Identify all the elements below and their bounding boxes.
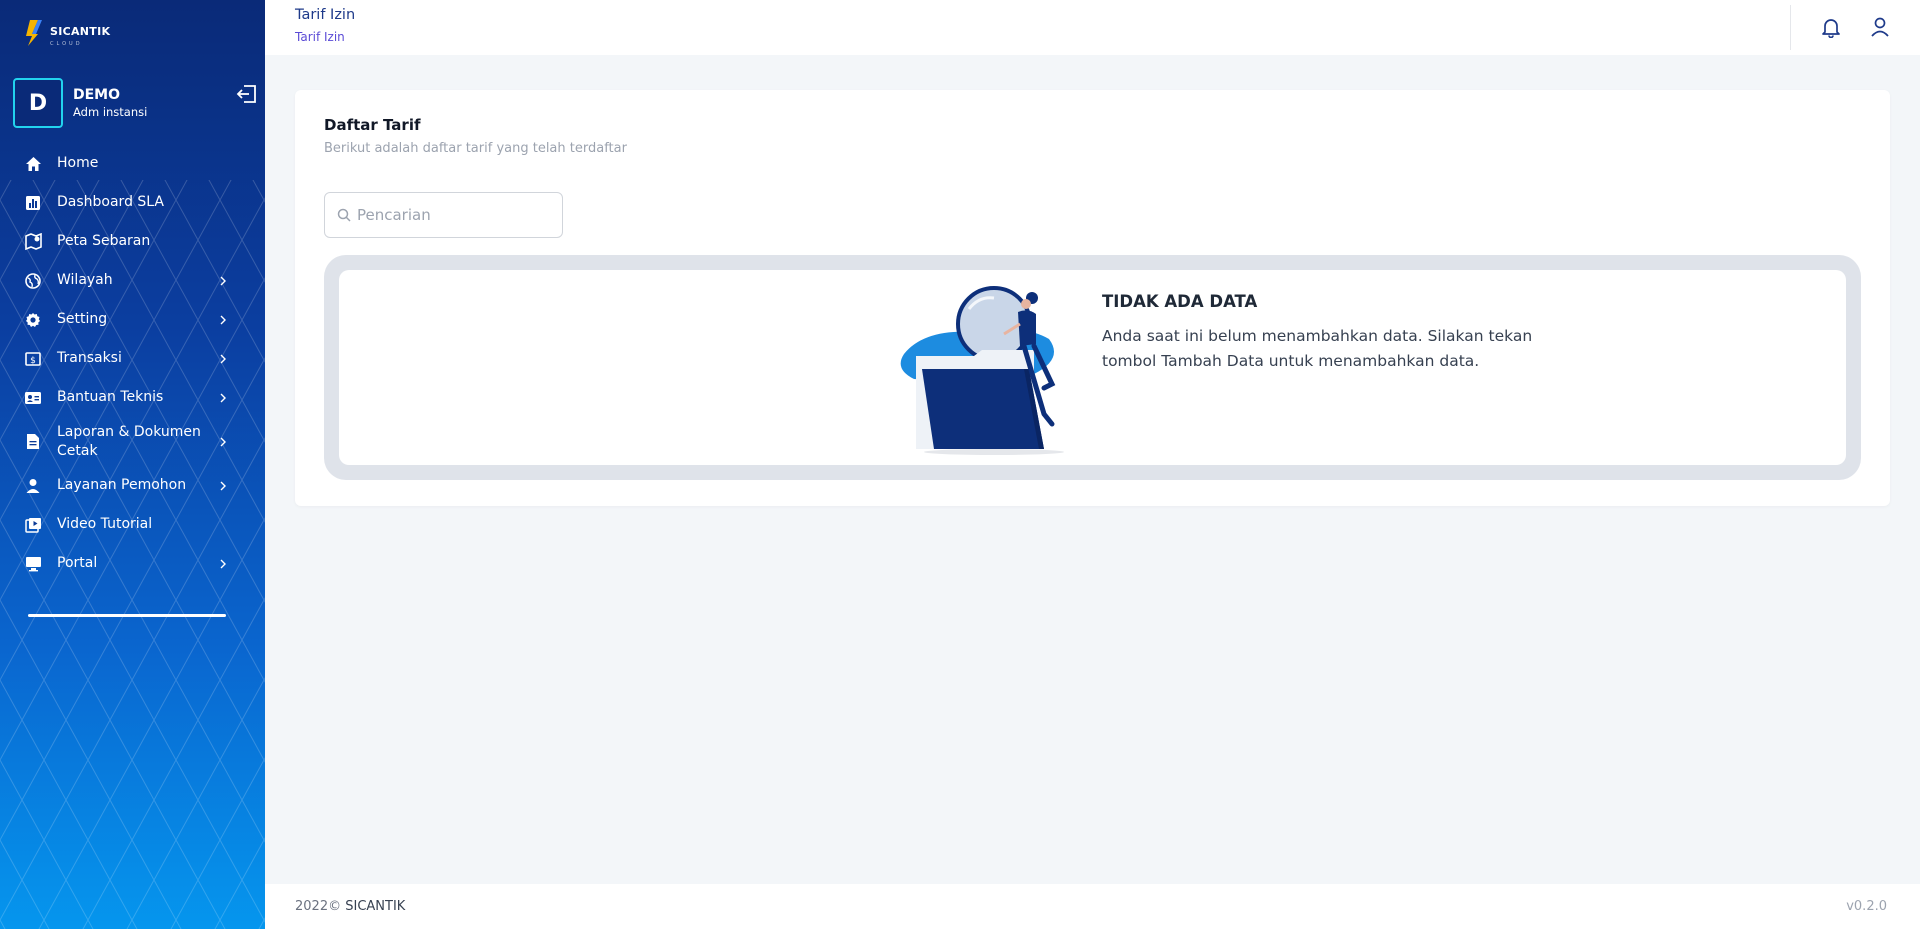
- page-title: Tarif Izin: [295, 7, 356, 23]
- chevron-right-icon: [220, 437, 226, 446]
- money-icon: $: [24, 350, 42, 368]
- sidebar-item-bantuan-teknis[interactable]: Bantuan Teknis: [0, 378, 265, 417]
- sidebar-divider: [28, 614, 226, 617]
- logout-icon[interactable]: [236, 84, 258, 104]
- sidebar-nav: Home Dashboard SLA Peta Sebaran Wilayah: [0, 144, 265, 583]
- empty-state: TIDAK ADA DATA Anda saat ini belum menam…: [339, 270, 1846, 465]
- search-input[interactable]: [357, 206, 547, 224]
- chart-icon: [24, 194, 42, 212]
- search-icon: [337, 208, 351, 222]
- chevron-right-icon: [220, 481, 226, 490]
- id-card-icon: [24, 389, 42, 407]
- user-role: Adm instansi: [73, 105, 148, 119]
- topbar-divider: [1790, 5, 1791, 50]
- sidebar-item-peta-sebaran[interactable]: Peta Sebaran: [0, 222, 265, 261]
- sidebar-item-label: Wilayah: [57, 272, 113, 288]
- gear-icon: [24, 311, 42, 329]
- sidebar-item-label: Home: [57, 155, 99, 171]
- sidebar-item-label: Laporan & Dokumen Cetak: [57, 423, 201, 459]
- logo-subtext: CLOUD: [50, 40, 83, 47]
- empty-state-title: TIDAK ADA DATA: [1102, 292, 1258, 311]
- sidebar-item-wilayah[interactable]: Wilayah: [0, 261, 265, 300]
- user-icon[interactable]: [1869, 16, 1891, 38]
- footer-brand[interactable]: SICANTIK: [345, 899, 405, 914]
- globe-icon: [24, 272, 42, 290]
- footer: 2022© SICANTIK v0.2.0: [265, 884, 1920, 929]
- home-icon: [24, 155, 42, 173]
- footer-copyright: 2022© SICANTIK: [295, 899, 405, 914]
- sidebar-item-dashboard-sla[interactable]: Dashboard SLA: [0, 183, 265, 222]
- sidebar-item-video-tutorial[interactable]: Video Tutorial: [0, 505, 265, 544]
- user-profile: D DEMO Adm instansi: [13, 78, 147, 128]
- sidebar-item-label: Bantuan Teknis: [57, 389, 164, 405]
- sidebar-item-label: Dashboard SLA: [57, 194, 164, 210]
- svg-text:$: $: [30, 356, 36, 366]
- search-box[interactable]: [324, 192, 563, 238]
- sidebar: SICANTIK CLOUD D DEMO Adm instansi Home …: [0, 0, 265, 929]
- breadcrumb[interactable]: Tarif Izin: [295, 30, 345, 44]
- sidebar-item-label: Setting: [57, 311, 108, 327]
- document-icon: [24, 433, 42, 451]
- logo-text: SICANTIK: [50, 24, 111, 38]
- chevron-right-icon: [220, 393, 226, 402]
- sidebar-item-transaksi[interactable]: $ Transaksi: [0, 339, 265, 378]
- app-version: v0.2.0: [1846, 899, 1887, 914]
- sidebar-item-label: Layanan Pemohon: [57, 477, 187, 493]
- sidebar-item-label: Peta Sebaran: [57, 233, 151, 249]
- topbar: Tarif Izin Tarif Izin: [265, 0, 1920, 55]
- tarif-list-card: Daftar Tarif Berikut adalah daftar tarif…: [295, 90, 1890, 506]
- sidebar-item-home[interactable]: Home: [0, 144, 265, 183]
- chevron-right-icon: [220, 315, 226, 324]
- sidebar-item-label: Portal: [57, 555, 98, 571]
- card-title: Daftar Tarif: [324, 116, 421, 134]
- bell-icon[interactable]: [1820, 16, 1842, 38]
- app-logo[interactable]: SICANTIK CLOUD: [24, 18, 110, 48]
- monitor-icon: [24, 555, 42, 573]
- empty-state-frame: TIDAK ADA DATA Anda saat ini belum menam…: [324, 255, 1861, 480]
- video-icon: [24, 516, 42, 534]
- card-subtitle: Berikut adalah daftar tarif yang telah t…: [324, 141, 627, 156]
- sidebar-item-laporan-dokumen[interactable]: Laporan & Dokumen Cetak: [0, 417, 265, 466]
- avatar: D: [13, 78, 63, 128]
- sidebar-item-label: Transaksi: [57, 350, 122, 366]
- user-name: DEMO: [73, 87, 121, 103]
- chevron-right-icon: [220, 354, 226, 363]
- chevron-right-icon: [220, 559, 226, 568]
- sidebar-item-setting[interactable]: Setting: [0, 300, 265, 339]
- map-icon: [24, 233, 42, 251]
- sidebar-item-label: Video Tutorial: [57, 516, 153, 532]
- footer-year: 2022©: [295, 899, 342, 914]
- empty-state-description: Anda saat ini belum menambahkan data. Si…: [1102, 327, 1533, 370]
- empty-folder-illustration: [900, 286, 1064, 455]
- sidebar-item-layanan-pemohon[interactable]: Layanan Pemohon: [0, 466, 265, 505]
- logo-mark-icon: [26, 20, 42, 46]
- chevron-right-icon: [220, 276, 226, 285]
- person-icon: [24, 477, 42, 495]
- sidebar-item-portal[interactable]: Portal: [0, 544, 265, 583]
